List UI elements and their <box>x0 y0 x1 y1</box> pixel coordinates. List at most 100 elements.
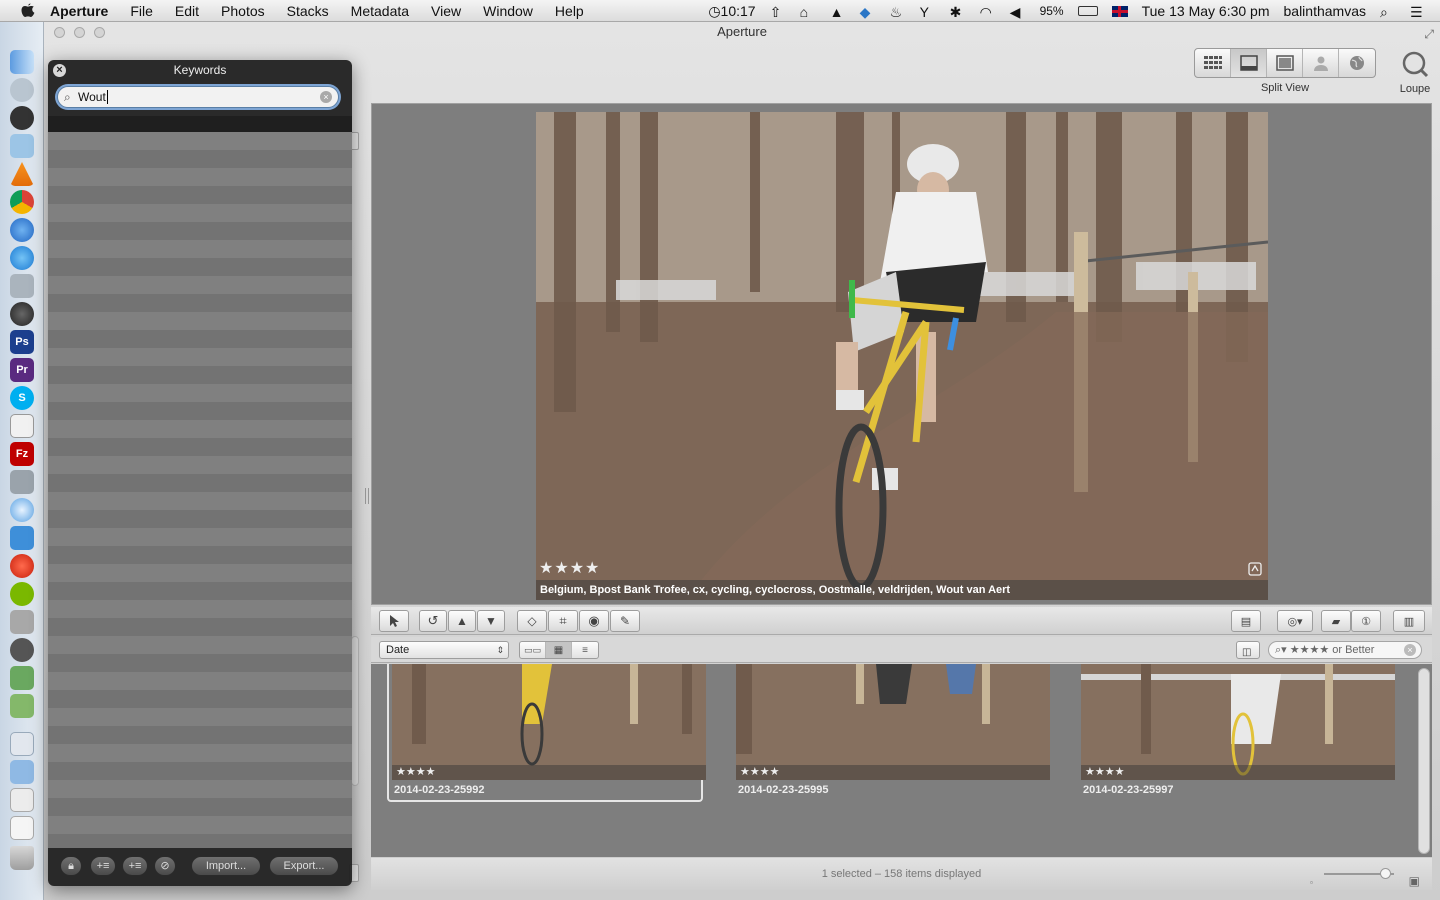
network-icon[interactable] <box>10 694 34 718</box>
preview-icon[interactable] <box>10 134 34 158</box>
control-bar-button[interactable]: ▤ <box>1231 610 1261 632</box>
installer-icon[interactable] <box>10 470 34 494</box>
vlc-icon[interactable] <box>10 162 34 186</box>
camera-icon[interactable] <box>10 610 34 634</box>
textedit-icon[interactable] <box>10 414 34 438</box>
premiere-icon[interactable]: Pr <box>10 358 34 382</box>
dropbox-icon[interactable]: ◆ <box>860 4 876 20</box>
aperture-icon[interactable] <box>10 302 34 326</box>
slider-knob[interactable] <box>1380 868 1391 879</box>
keyword-list[interactable] <box>48 116 352 848</box>
downloads-stack-icon[interactable] <box>10 788 34 812</box>
remove-keyword-button[interactable]: ⊘ <box>154 856 176 876</box>
safari-icon[interactable] <box>10 498 34 522</box>
viewer-button[interactable] <box>1267 49 1303 77</box>
browser-scrollbar[interactable] <box>1418 668 1430 854</box>
filezilla-icon[interactable]: Fz <box>10 442 34 466</box>
import-button[interactable]: Import... <box>191 856 261 876</box>
loupe-tool[interactable]: Loupe <box>1390 50 1440 95</box>
menu-edit[interactable]: Edit <box>175 3 199 19</box>
menu-file[interactable]: File <box>130 3 153 19</box>
documents-stack-icon[interactable] <box>10 732 34 756</box>
selection-tool-button[interactable] <box>379 610 409 632</box>
app-store-icon[interactable] <box>10 246 34 270</box>
rotate-right-button[interactable]: ▲ <box>448 610 476 632</box>
main-photo[interactable]: ★★★★ Belgium, Bpost Bank Trofee, cx, cyc… <box>536 112 1268 600</box>
thumbnail-item[interactable]: ★★★★ 2014-02-23-25992 <box>387 664 706 802</box>
lock-button[interactable]: 🔒︎ <box>60 856 82 876</box>
filter-hud-button[interactable]: ◫ <box>1236 641 1260 659</box>
hud-toggle-button[interactable]: ◎▾ <box>1277 610 1313 632</box>
date-time[interactable]: Tue 13 May 6:30 pm <box>1142 3 1270 19</box>
user-name[interactable]: balinthamvas <box>1284 3 1367 19</box>
menu-stacks[interactable]: Stacks <box>287 3 329 19</box>
add-subordinate-keyword-button[interactable]: +≡ <box>122 856 148 876</box>
red-eye-button[interactable]: ◉ <box>579 610 609 632</box>
notification-center-icon[interactable]: ☰ <box>1410 4 1426 20</box>
add-keyword-button[interactable]: +≡ <box>90 856 116 876</box>
image-capture-icon[interactable] <box>10 274 34 298</box>
export-button[interactable]: Export... <box>269 856 339 876</box>
rotate-left-button[interactable]: ↺ <box>419 610 447 632</box>
finder-icon[interactable] <box>10 50 34 74</box>
split-view-button[interactable] <box>1231 49 1267 77</box>
menu-app-name[interactable]: Aperture <box>50 3 108 19</box>
zoom-window-button[interactable] <box>94 27 105 38</box>
home-icon[interactable]: ⌂ <box>800 4 816 20</box>
sort-by-select[interactable]: Date ⇕ <box>379 641 509 659</box>
faces-button[interactable] <box>1303 49 1339 77</box>
wifi-icon[interactable]: ◠ <box>980 4 996 20</box>
close-window-button[interactable] <box>54 27 65 38</box>
menu-view[interactable]: View <box>431 3 461 19</box>
browser-view-button[interactable] <box>1195 49 1231 77</box>
primary-only-button[interactable]: ① <box>1351 610 1381 632</box>
wunderlist-icon[interactable] <box>10 526 34 550</box>
list-layout-button[interactable]: ≡ <box>572 642 598 658</box>
home-folder-icon[interactable] <box>10 666 34 690</box>
crop-button[interactable]: ⌗ <box>548 610 578 632</box>
brush-button[interactable]: ✎ <box>610 610 640 632</box>
launchpad-icon[interactable] <box>10 78 34 102</box>
disk-utility-icon[interactable] <box>10 638 34 662</box>
mission-control-icon[interactable] <box>10 106 34 130</box>
places-button[interactable] <box>1339 49 1375 77</box>
time-machine-clock[interactable]: ◷10:17 <box>708 3 755 20</box>
menu-metadata[interactable]: Metadata <box>351 3 409 19</box>
photoshop-icon[interactable]: Ps <box>10 330 34 354</box>
photo-rating[interactable]: ★★★★ <box>539 558 600 578</box>
straighten-button[interactable]: ◇ <box>517 610 547 632</box>
chrome-icon[interactable] <box>10 190 34 214</box>
apple-menu-icon[interactable] <box>20 3 36 19</box>
trash-icon[interactable] <box>10 846 34 870</box>
bell-icon[interactable]: ▲ <box>830 4 846 20</box>
folder-icon[interactable] <box>10 760 34 784</box>
minimize-window-button[interactable] <box>74 27 85 38</box>
spotify-icon[interactable] <box>10 582 34 606</box>
spotlight-icon[interactable]: ⌕ <box>1380 4 1396 20</box>
upload-icon[interactable]: ⇧ <box>770 4 786 20</box>
thumbnail-size-slider[interactable]: ▫ ▣ <box>1310 868 1420 888</box>
hud-close-button[interactable]: × <box>53 64 66 77</box>
inspector-scrollbar[interactable] <box>351 636 359 786</box>
itunes-icon[interactable] <box>10 218 34 242</box>
skype-icon[interactable]: S <box>10 386 34 410</box>
battery-percent[interactable]: 95% <box>1040 4 1064 18</box>
antenna-icon[interactable]: Y <box>920 4 936 20</box>
keyword-search-field[interactable]: ⌕ Wout × <box>57 86 339 108</box>
grid-layout-button[interactable]: ▦ <box>546 642 572 658</box>
clear-filter-icon[interactable]: × <box>1404 644 1416 656</box>
tomato-timer-icon[interactable] <box>10 554 34 578</box>
thumbnail-item[interactable]: ★★★★ 2014-02-23-25997 <box>1078 664 1395 802</box>
filmstrip-layout-button[interactable]: ▭▭ <box>520 642 546 658</box>
menu-photos[interactable]: Photos <box>221 3 265 19</box>
stamp-button[interactable]: ▼ <box>477 610 505 632</box>
uk-flag-icon[interactable] <box>1111 5 1128 17</box>
fullscreen-icon[interactable]: ⤢ <box>1424 24 1434 44</box>
rating-filter-field[interactable]: ⌕▾ ★★★★ or Better × <box>1268 641 1422 659</box>
menu-window[interactable]: Window <box>483 3 533 19</box>
volume-icon[interactable]: ◀ <box>1010 4 1026 20</box>
metadata-overlay-button[interactable]: ▰ <box>1321 610 1351 632</box>
secondary-viewer-button[interactable]: ▥ <box>1393 610 1425 632</box>
clear-search-icon[interactable]: × <box>320 91 332 103</box>
thumbnail-item[interactable]: ★★★★ 2014-02-23-25995 <box>733 664 1050 802</box>
